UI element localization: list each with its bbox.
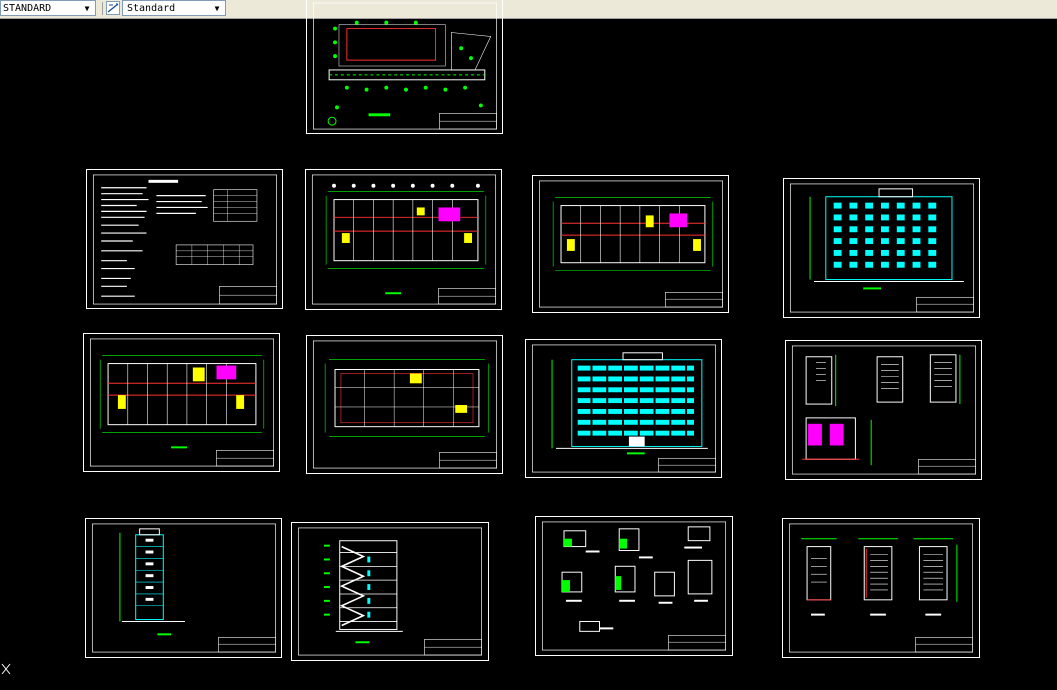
sheet-elevation-side[interactable]: [783, 178, 980, 318]
styles-toolbar: STANDARD ▼ Standard ▼: [0, 0, 1057, 19]
sheet-floor-plan-2[interactable]: [532, 175, 729, 313]
sheet-floor-plan-1[interactable]: [305, 169, 502, 310]
dim-style-value: Standard: [127, 3, 176, 14]
sheet-stair-details-2[interactable]: [782, 518, 980, 658]
elevation-end-drawing: [91, 523, 277, 653]
section-drawing: [297, 527, 483, 656]
stair-details-2-drawing: [788, 523, 974, 653]
chevron-down-icon[interactable]: ▼: [79, 1, 95, 15]
sheet-site-plan[interactable]: [306, 0, 503, 134]
sheet-stair-details-1[interactable]: [785, 340, 982, 480]
node-details-drawing: [541, 521, 727, 651]
elevation-side-drawing: [789, 183, 975, 313]
sheet-elevation-front[interactable]: [525, 339, 722, 478]
sheet-floor-plan-3[interactable]: [83, 333, 280, 472]
floor-plan-3-drawing: [89, 338, 274, 467]
chevron-down-icon[interactable]: ▼: [209, 1, 225, 15]
floor-plan-1-drawing: [311, 174, 497, 305]
dim-style-dropdown[interactable]: Standard ▼: [122, 0, 226, 16]
sheet-node-details[interactable]: [535, 516, 733, 656]
text-style-value: STANDARD: [3, 3, 52, 14]
stair-details-1-drawing: [791, 345, 977, 475]
sheet-section[interactable]: [291, 522, 489, 661]
text-style-dropdown[interactable]: STANDARD ▼: [0, 0, 96, 16]
sheet-design-notes[interactable]: [86, 169, 283, 309]
sheet-roof-plan[interactable]: [306, 335, 503, 474]
sheet-elevation-end[interactable]: [85, 518, 282, 658]
site-plan-drawing: [313, 2, 497, 130]
toolbar-separator: [102, 2, 103, 15]
elevation-front-drawing: [531, 344, 716, 473]
dimension-style-icon[interactable]: [106, 1, 120, 15]
floor-plan-2-drawing: [538, 180, 723, 308]
design-notes-drawing: [92, 174, 278, 305]
roof-plan-drawing: [312, 340, 497, 469]
ucs-icon: [1, 663, 11, 675]
